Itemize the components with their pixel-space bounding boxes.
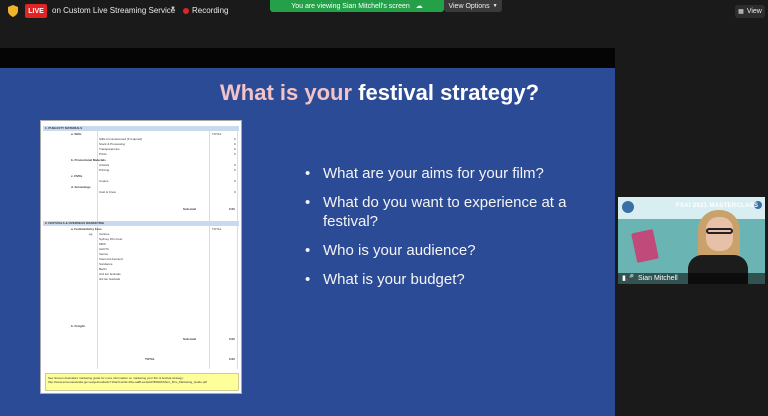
subtotal-value: 0.00 [229,337,235,341]
zero-value: 0 [234,163,236,167]
question-item: What are your aims for your film? [305,164,575,183]
zero-value: 0 [234,168,236,172]
shared-screen-top-border [0,48,615,68]
logo-icon [622,201,634,213]
view-button[interactable]: ▦ View [735,5,765,18]
subtotal-value: 0.00 [229,207,235,211]
subtotal-label: Sub-total [183,207,196,211]
zero-value: 0 [234,142,236,146]
zero-value: 0 [234,179,236,183]
eg-label: eg. [89,232,94,236]
question-item: Who is your audience? [305,241,575,260]
festival-item: Cannes [99,232,110,236]
festival-item: AACTA [99,247,109,251]
stills-heading: a. Stills [71,132,82,136]
view-label: View [746,8,762,15]
question-item: What is your budget? [305,270,575,289]
participant-name: Sian Mitchell [638,275,678,282]
viewing-screen-banner: You are viewing Sian Mitchell's screen ☁ [270,0,444,12]
top-toolbar: LIVE on Custom Live Streaming Service ▼ … [0,0,768,22]
festival-item: MIFF [99,242,106,246]
grid-icon: ▦ [738,9,744,15]
screenings-heading: d. Screenings [71,185,91,189]
participant-face [706,217,733,251]
view-options-button[interactable]: View Options ▼ [444,0,502,12]
dvds-heading: c. DVDs [71,174,83,178]
festival-item: Sundance [99,262,113,266]
chevron-down-icon: ▼ [492,3,498,9]
slide-title-part1: What is your [220,80,353,105]
stills-item: Stills Commissioned (if required) [99,137,143,141]
budget-spreadsheet: 1. PUBLICITY MATERIALS TOTAL a. Stills S… [40,120,242,394]
marketing-guide-note: See Screen Australia's marketing guide f… [45,373,239,391]
festival-entry-heading: a. Festival Entry Fees [71,227,102,231]
grid-line [97,129,98,369]
recording-dot-icon [183,8,189,14]
stills-item: Transparencies [99,147,120,151]
festival-item: Sydney Film Fest [99,237,123,241]
view-options-label: View Options [448,2,490,10]
grid-line [237,129,238,369]
laptop-prop [631,229,659,263]
promo-item: Artwork [99,163,110,167]
live-badge[interactable]: LIVE [25,4,47,18]
festival-item: 3rd tier festivals [99,277,121,281]
chevron-down-icon[interactable]: ▼ [170,6,176,12]
zero-value: 0 [234,137,236,141]
subtotal-label: Sub-total [183,337,196,341]
freight-heading: b. Freight [71,324,85,328]
shield-icon [8,5,18,17]
viewing-banner-text: You are viewing Sian Mitchell's screen [291,2,410,10]
question-list: What are your aims for your film? What d… [305,164,575,299]
screening-item: Cast & Crew [99,190,116,194]
stream-service-label[interactable]: on Custom Live Streaming Service [52,6,175,15]
grid-line [209,129,210,369]
festival-item: 2nd tier festivals [99,272,121,276]
festival-item: Clermont-Ferrand [99,257,123,261]
recording-label: Recording [192,6,229,15]
promo-heading: b. Promotional Materials [71,158,106,162]
slide-title-part2: festival strategy? [358,80,540,105]
stills-item: Prints [99,152,107,156]
cloud-icon: ☁ [415,3,423,10]
festival-item: Berlin [99,267,107,271]
question-item: What do you want to experience at a fest… [305,193,575,231]
dvd-item: Copies [99,179,109,183]
festival-item: Venice [99,252,109,256]
slide-title: What is your festival strategy? [220,80,539,106]
section1-title: 1. PUBLICITY MATERIALS [45,126,83,130]
shared-slide: What is your festival strategy? 1. PUBLI… [0,68,615,416]
total-value: 0.00 [229,357,235,361]
total-header: TOTAL [212,132,222,136]
total-label: TOTAL [145,357,155,361]
stills-item: Stock & Processing [99,142,126,146]
promo-item: Printing [99,168,110,172]
total-header: TOTAL [212,227,222,231]
masterclass-banner-text: FSAI 2021 MASTERCLASS [676,203,759,209]
glasses [706,228,733,234]
section2-title: 2. FESTIVALS & OVERSEAS MARKETING [45,221,105,225]
participant-video[interactable]: FSAI 2021 MASTERCLASS ▮🎤 Sian Mitchell [618,197,765,284]
zero-value: 0 [234,152,236,156]
signal-mic-icon: ▮🎤 [622,275,635,282]
zero-value: 0 [234,190,236,194]
zero-value: 0 [234,147,236,151]
